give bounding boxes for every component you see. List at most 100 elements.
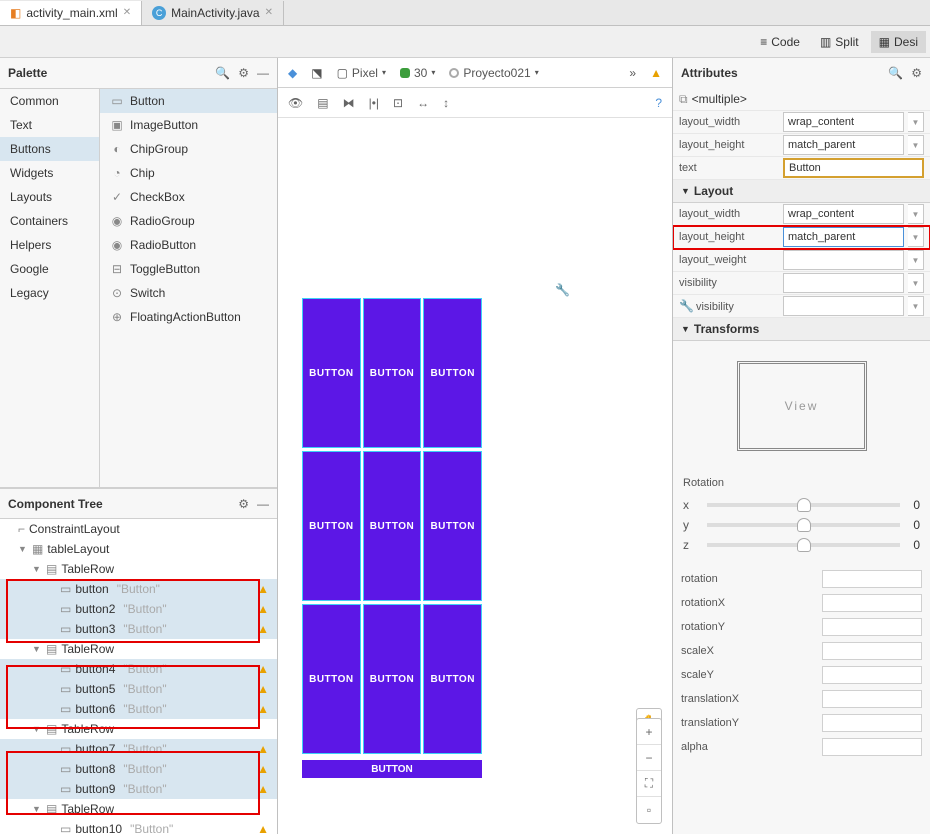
grid-icon[interactable]: ▤ (317, 96, 328, 110)
attr-value[interactable] (783, 273, 904, 293)
attr-value[interactable]: wrap_content (783, 112, 904, 132)
close-icon[interactable]: ✕ (123, 7, 131, 18)
attr-value[interactable]: match_parent (783, 227, 904, 247)
dropdown-icon[interactable]: ▼ (908, 250, 924, 270)
align-icon[interactable]: |•| (369, 96, 379, 110)
attr-input[interactable] (822, 738, 922, 756)
canvas-button[interactable]: BUTTON (423, 451, 482, 601)
slider-thumb[interactable] (797, 538, 811, 552)
tree-node[interactable]: ▼▤TableRow (0, 559, 277, 579)
palette-category-buttons[interactable]: Buttons (0, 137, 99, 161)
canvas-button[interactable]: BUTTON (302, 604, 361, 754)
bounds-icon[interactable]: ⊡ (393, 96, 403, 110)
twisty-icon[interactable]: ▼ (32, 804, 42, 814)
tree-node[interactable]: ▭button5"Button"▲ (0, 679, 277, 699)
palette-item-switch[interactable]: ⊙Switch (100, 281, 277, 305)
search-icon[interactable]: 🔍 (888, 66, 903, 80)
api-picker[interactable]: 30 ▾ (400, 66, 435, 80)
warning-icon[interactable]: ▲ (650, 66, 662, 80)
orientation-icon[interactable]: ⬔ (311, 66, 322, 80)
attr-input[interactable] (822, 570, 922, 588)
twisty-icon[interactable]: ▼ (32, 564, 42, 574)
canvas-button[interactable]: BUTTON (363, 451, 422, 601)
tree-node[interactable]: ▭button9"Button"▲ (0, 779, 277, 799)
dropdown-icon[interactable]: ▼ (908, 296, 924, 316)
canvas-button[interactable]: BUTTON (423, 604, 482, 754)
tree-node[interactable]: ▭button3"Button"▲ (0, 619, 277, 639)
palette-item-radiobutton[interactable]: ◉RadioButton (100, 233, 277, 257)
attr-value[interactable]: match_parent (783, 135, 904, 155)
search-icon[interactable]: 🔍 (215, 66, 230, 80)
palette-item-radiogroup[interactable]: ◉RadioGroup (100, 209, 277, 233)
tab-activity-main[interactable]: ◧ activity_main.xml ✕ (0, 1, 142, 25)
palette-category-widgets[interactable]: Widgets (0, 161, 99, 185)
palette-category-layouts[interactable]: Layouts (0, 185, 99, 209)
canvas-button[interactable]: BUTTON (302, 451, 361, 601)
slider-thumb[interactable] (797, 498, 811, 512)
vresize-icon[interactable]: ↕ (443, 96, 449, 110)
attr-input[interactable] (822, 594, 922, 612)
gear-icon[interactable]: ⚙ (238, 66, 249, 80)
palette-item-togglebutton[interactable]: ⊟ToggleButton (100, 257, 277, 281)
more-icon[interactable]: » (629, 66, 636, 80)
tree-node[interactable]: ▭button"Button"▲ (0, 579, 277, 599)
layout-section[interactable]: ▼Layout (673, 180, 930, 203)
twisty-icon[interactable]: ▼ (32, 644, 42, 654)
theme-picker[interactable]: Proyecto021 ▾ (449, 66, 538, 80)
hresize-icon[interactable]: ↔ (417, 96, 429, 110)
slider[interactable] (707, 503, 900, 507)
tree-node[interactable]: ▭button8"Button"▲ (0, 759, 277, 779)
canvas-button[interactable]: BUTTON (363, 604, 422, 754)
palette-category-legacy[interactable]: Legacy (0, 281, 99, 305)
attr-value[interactable]: wrap_content (783, 204, 904, 224)
dropdown-icon[interactable]: ▼ (908, 204, 924, 224)
mode-code[interactable]: ≡Code (752, 31, 808, 53)
device-picker[interactable]: ▢ Pixel ▾ (337, 66, 386, 80)
canvas[interactable]: 🔧 BUTTONBUTTONBUTTONBUTTONBUTTONBUTTONBU… (278, 118, 672, 834)
mode-design[interactable]: ▦Desi (871, 31, 926, 53)
tree-node[interactable]: ▭button10"Button"▲ (0, 819, 277, 834)
help-icon[interactable]: ? (655, 96, 662, 110)
tree-node[interactable]: ▼▦tableLayout (0, 539, 277, 559)
palette-category-text[interactable]: Text (0, 113, 99, 137)
minimize-icon[interactable]: — (257, 66, 269, 80)
eye-icon[interactable]: 👁 (288, 96, 303, 110)
canvas-button[interactable]: BUTTON (302, 760, 482, 778)
wrench-icon[interactable]: 🔧 (555, 283, 570, 297)
tree-node[interactable]: ▭button6"Button"▲ (0, 699, 277, 719)
dropdown-icon[interactable]: ▼ (908, 227, 924, 247)
gear-icon[interactable]: ⚙ (911, 66, 922, 80)
magnet-icon[interactable]: ⧓ (343, 96, 355, 110)
zoom-fit[interactable]: ⛶ (637, 771, 661, 797)
attr-input[interactable] (822, 666, 922, 684)
tree-node[interactable]: ▭button4"Button"▲ (0, 659, 277, 679)
palette-category-google[interactable]: Google (0, 257, 99, 281)
zoom-100[interactable]: ▫ (637, 797, 661, 823)
twisty-icon[interactable]: ▼ (32, 724, 42, 734)
zoom-in[interactable]: + (637, 719, 661, 745)
palette-item-floatingactionbutton[interactable]: ⊕FloatingActionButton (100, 305, 277, 329)
dropdown-icon[interactable]: ▼ (908, 112, 924, 132)
slider[interactable] (707, 543, 900, 547)
twisty-icon[interactable]: ▼ (18, 544, 28, 554)
palette-category-containers[interactable]: Containers (0, 209, 99, 233)
minimize-icon[interactable]: — (257, 497, 269, 511)
tab-main-activity[interactable]: C MainActivity.java ✕ (142, 1, 284, 25)
palette-category-common[interactable]: Common (0, 89, 99, 113)
palette-item-chipgroup[interactable]: ◐ChipGroup (100, 137, 277, 161)
close-icon[interactable]: ✕ (265, 7, 273, 18)
tree-node[interactable]: ▼▤TableRow (0, 639, 277, 659)
slider[interactable] (707, 523, 900, 527)
tree-node[interactable]: ▼▤TableRow (0, 719, 277, 739)
zoom-out[interactable]: − (637, 745, 661, 771)
palette-category-helpers[interactable]: Helpers (0, 233, 99, 257)
dropdown-icon[interactable]: ▼ (908, 273, 924, 293)
palette-item-checkbox[interactable]: ✓CheckBox (100, 185, 277, 209)
palette-item-imagebutton[interactable]: ▣ImageButton (100, 113, 277, 137)
attr-input[interactable] (822, 714, 922, 732)
mode-split[interactable]: ▥Split (812, 31, 867, 53)
tree-node[interactable]: ▭button2"Button"▲ (0, 599, 277, 619)
attr-input[interactable] (822, 618, 922, 636)
palette-item-chip[interactable]: ◔Chip (100, 161, 277, 185)
slider-thumb[interactable] (797, 518, 811, 532)
